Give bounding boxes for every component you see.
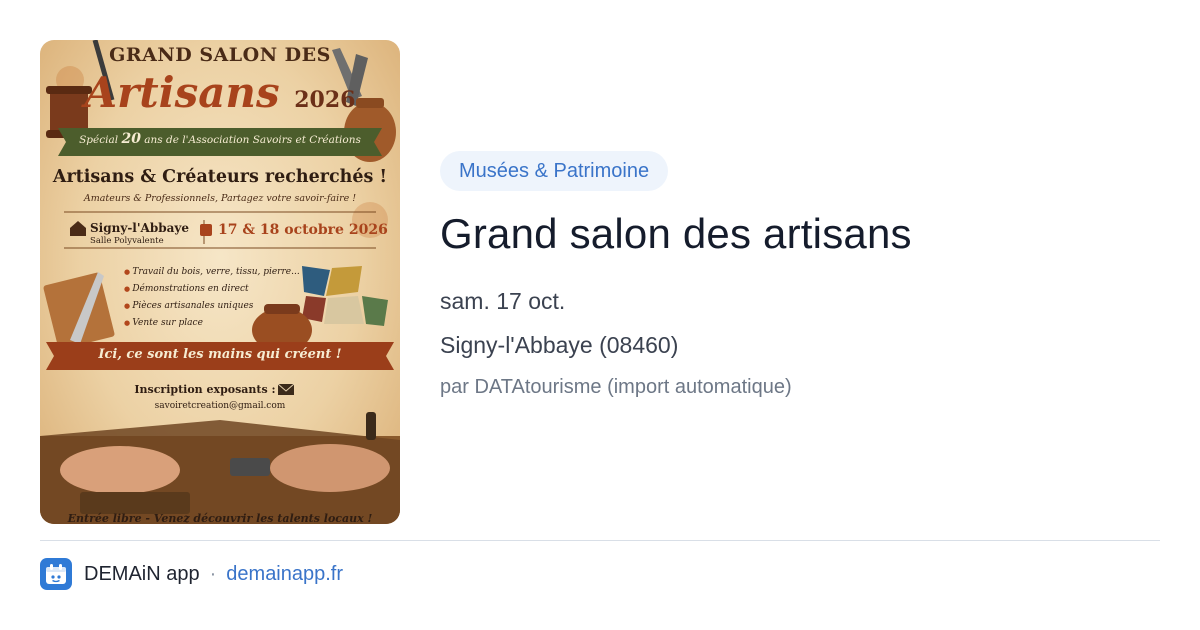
app-name: DEMAiN app [84, 562, 200, 585]
app-logo-icon[interactable] [40, 558, 72, 590]
poster-dates-text: 17 & 18 octobre 2026 [218, 222, 388, 238]
poster-title-word: Artisans [84, 68, 280, 117]
poster-dates: 17 & 18 octobre 2026 [216, 222, 396, 238]
site-link[interactable]: demainapp.fr [226, 563, 343, 586]
poster-headline: Artisans & Créateurs recherchés ! [52, 167, 388, 187]
event-title[interactable]: Grand salon des artisans [440, 210, 912, 258]
poster-footer: Entrée libre - Venez découvrir les talen… [67, 512, 373, 524]
event-poster-image[interactable]: GRAND SALON DES Artisans 2026 Spécial 20… [40, 40, 400, 524]
poster-ribbon-rest: ans de l'Association Savoirs et Création… [144, 134, 361, 146]
footer-bar: DEMAiN app · demainapp.fr [40, 558, 343, 590]
poster-feature-item: Démonstrations en direct [124, 281, 300, 298]
poster-title: Artisans 2026 [40, 68, 400, 117]
event-author: par DATAtourisme (import automatique) [440, 376, 792, 398]
poster-email: savoiretcreation@gmail.com [154, 401, 286, 411]
poster-ribbon: Spécial 20 ans de l'Association Savoirs … [40, 131, 400, 147]
poster-feature-list: Travail du bois, verre, tissu, pierre...… [124, 264, 300, 332]
poster-town: Signy-l'Abbaye [90, 221, 189, 235]
event-location: Signy-l'Abbaye (08460) [440, 332, 679, 358]
poster-subline: Amateurs & Professionnels, Partagez votr… [83, 193, 357, 204]
poster-hall: Salle Polyvalente [90, 236, 164, 246]
poster-top-line: GRAND SALON DES [109, 44, 331, 66]
poster-ribbon-number: 20 [121, 131, 141, 147]
category-badge[interactable]: Musées & Patrimoine [440, 151, 669, 191]
poster-feature-item: Pièces artisanales uniques [124, 298, 300, 315]
footer-divider [40, 540, 1160, 541]
poster-registration: Inscription exposants : [134, 383, 276, 396]
poster-location: Signy-l'Abbaye Salle Polyvalente [70, 222, 210, 248]
poster-feature-item: Travail du bois, verre, tissu, pierre... [124, 264, 299, 281]
poster-feature-item: Vente sur place [124, 315, 300, 332]
poster-title-year: 2026 [294, 87, 356, 113]
event-date: sam. 17 oct. [440, 288, 566, 314]
poster-slogan: Ici, ce sont les mains qui créent ! [98, 347, 342, 362]
footer-separator: · [209, 562, 217, 585]
poster-ribbon-prefix: Spécial [79, 134, 119, 146]
